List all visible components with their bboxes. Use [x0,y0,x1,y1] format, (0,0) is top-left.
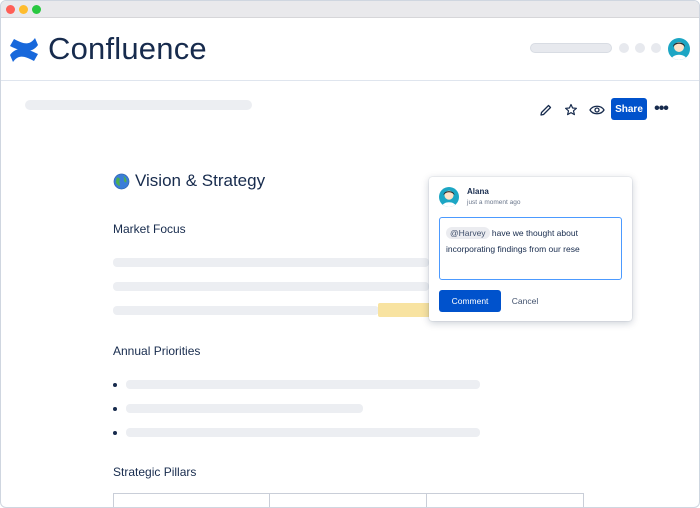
window-titlebar [1,1,699,18]
inline-comment-popup: Alana just a moment ago @Harvey have we … [429,177,632,321]
user-avatar[interactable] [668,38,690,60]
submit-comment-button[interactable]: Comment [439,290,501,312]
section-heading-annual-priorities: Annual Priorities [113,344,201,358]
comment-author-name: Alana [467,187,489,196]
table-column-divider [426,493,427,507]
page-title: Vision & Strategy [113,171,265,191]
app-name[interactable]: Confluence [48,31,207,67]
paragraph-line [113,306,379,315]
app-header: Confluence [1,18,699,81]
comment-text-line: have we thought about [489,228,578,238]
close-window-button[interactable] [6,5,15,14]
zoom-window-button[interactable] [32,5,41,14]
share-button[interactable]: Share [611,98,647,120]
page-title-text: Vision & Strategy [135,171,266,190]
list-item [126,380,480,389]
comment-text-line: incorporating findings from our rese [446,244,580,254]
list-bullet [113,431,117,435]
pillars-table [113,493,584,507]
list-bullet [113,407,117,411]
watch-eye-icon[interactable] [587,100,607,120]
search-input[interactable] [530,43,612,53]
settings-icon[interactable] [651,43,661,53]
list-bullet [113,383,117,387]
more-actions-icon[interactable]: ••• [652,99,670,119]
paragraph-line [113,258,429,267]
cancel-comment-button[interactable]: Cancel [507,290,543,312]
help-icon[interactable] [619,43,629,53]
mention-chip[interactable]: @Harvey [446,227,490,239]
comment-author-avatar [439,187,459,207]
comment-input[interactable]: @Harvey have we thought about incorporat… [439,217,622,280]
app-window: Confluence Share ••• Vision & Strategy M… [0,0,700,508]
comment-highlight[interactable] [378,303,433,317]
edit-pencil-icon[interactable] [536,100,556,120]
globe-icon [113,173,130,189]
section-heading-strategic-pillars: Strategic Pillars [113,465,197,479]
minimize-window-button[interactable] [19,5,28,14]
star-icon[interactable] [561,100,581,120]
notifications-icon[interactable] [635,43,645,53]
table-column-divider [269,493,270,507]
paragraph-line [113,282,429,291]
confluence-logo-icon[interactable] [8,35,40,65]
breadcrumb[interactable] [25,100,252,110]
comment-timestamp: just a moment ago [467,199,521,206]
list-item [126,404,363,413]
section-heading-market-focus: Market Focus [113,222,186,236]
list-item [126,428,480,437]
